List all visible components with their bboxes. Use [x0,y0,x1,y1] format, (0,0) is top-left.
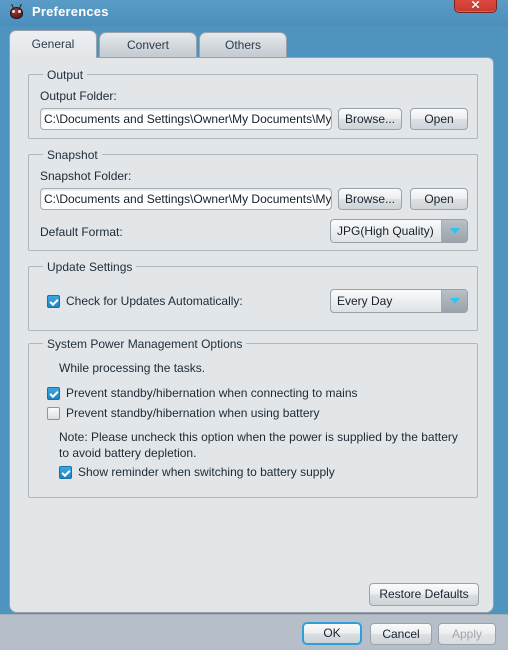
prevent-standby-battery-label: Prevent standby/hibernation when using b… [66,406,320,420]
default-format-select[interactable]: JPG(High Quality) [330,219,468,243]
preferences-window: Preferences ✕ General Convert Others Out… [0,0,508,650]
close-icon: ✕ [470,0,481,12]
power-management-group: System Power Management Options While pr… [28,337,478,498]
output-folder-label: Output Folder: [40,89,117,103]
checkbox-box [47,407,60,420]
default-format-label: Default Format: [40,225,123,239]
output-open-button[interactable]: Open [410,108,468,130]
cancel-button[interactable]: Cancel [370,623,432,645]
show-reminder-label: Show reminder when switching to battery … [78,465,335,479]
update-frequency-value: Every Day [337,294,393,308]
update-frequency-dropdown-button[interactable] [441,290,467,312]
tab-others[interactable]: Others [199,32,287,58]
snapshot-folder-input[interactable]: C:\Documents and Settings\Owner\My Docum… [40,188,332,210]
window-title: Preferences [32,4,109,19]
bug-icon [8,3,25,21]
output-folder-input[interactable]: C:\Documents and Settings\Owner\My Docum… [40,108,332,130]
default-format-value: JPG(High Quality) [337,224,434,238]
update-settings-group-legend: Update Settings [43,260,137,274]
snapshot-group: Snapshot Snapshot Folder: C:\Documents a… [28,148,478,251]
restore-defaults-button[interactable]: Restore Defaults [369,583,479,606]
ok-button[interactable]: OK [302,622,362,645]
output-browse-button[interactable]: Browse... [338,108,402,130]
output-group: Output Output Folder: C:\Documents and S… [28,68,478,139]
tab-general[interactable]: General [9,30,97,58]
apply-button[interactable]: Apply [438,623,496,645]
checkbox-box [47,387,60,400]
update-settings-group: Update Settings Check for Updates Automa… [28,260,478,331]
title-bar: Preferences ✕ [0,0,508,26]
prevent-standby-mains-label: Prevent standby/hibernation when connect… [66,386,358,400]
tab-strip: General Convert Others [9,30,499,58]
snapshot-group-legend: Snapshot [43,148,102,162]
default-format-dropdown-button[interactable] [441,220,467,242]
checkbox-box [59,466,72,479]
power-intro-text: While processing the tasks. [59,361,206,375]
dialog-footer: OK Cancel Apply [0,614,508,650]
general-tab-panel: Output Output Folder: C:\Documents and S… [9,57,494,613]
checkbox-box [47,295,60,308]
snapshot-browse-button[interactable]: Browse... [338,188,402,210]
output-group-legend: Output [43,68,88,82]
update-frequency-select[interactable]: Every Day [330,289,468,313]
tab-convert[interactable]: Convert [99,32,197,58]
close-button[interactable]: ✕ [454,0,497,13]
chevron-down-icon [450,228,460,234]
battery-note-text: Note: Please uncheck this option when th… [59,430,458,460]
chevron-down-icon [450,298,460,304]
snapshot-folder-label: Snapshot Folder: [40,169,132,183]
snapshot-open-button[interactable]: Open [410,188,468,210]
check-updates-automatically-label: Check for Updates Automatically: [66,294,243,308]
power-management-group-legend: System Power Management Options [43,337,247,351]
